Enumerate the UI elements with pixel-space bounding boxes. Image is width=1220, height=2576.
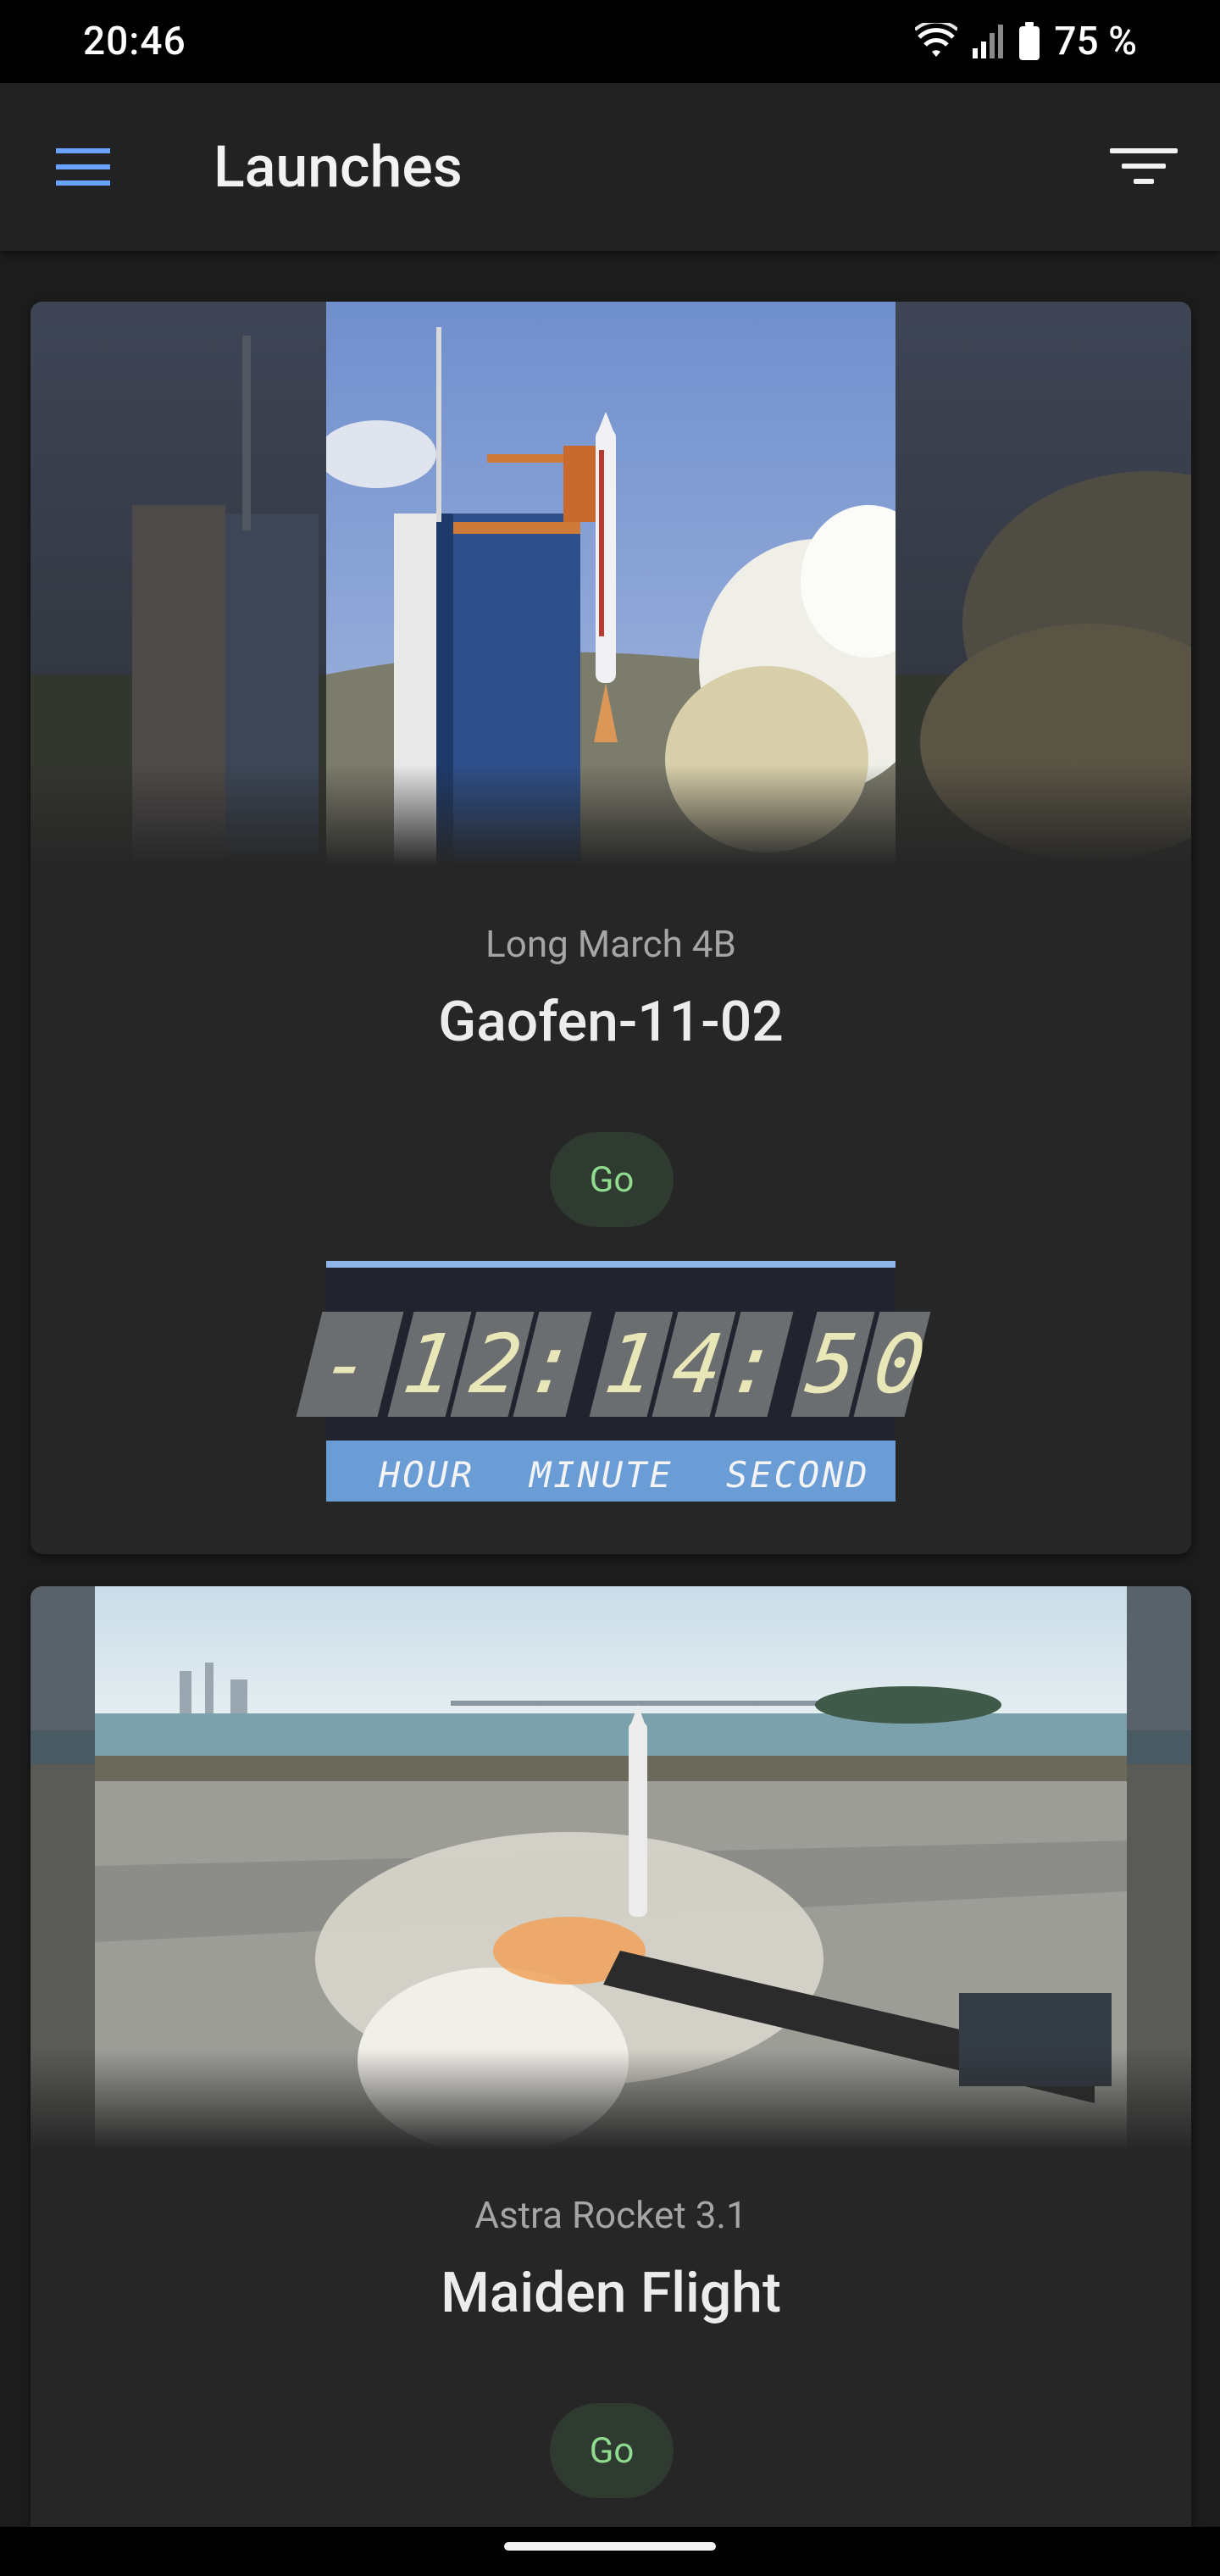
app-bar: Launches xyxy=(0,83,1220,251)
status-chip[interactable]: Go xyxy=(550,1132,674,1227)
rocket-name: Long March 4B xyxy=(485,922,736,966)
cell-signal-icon xyxy=(973,25,1004,58)
launch-image xyxy=(30,302,1191,866)
filter-icon xyxy=(1110,148,1178,184)
countdown-labels: HOUR MINUTE SECOND xyxy=(326,1441,896,1502)
status-chip[interactable]: Go xyxy=(550,2403,674,2498)
countdown-display: - 12 : 14 : 50 xyxy=(296,1268,949,1441)
countdown-minutes: 14 xyxy=(599,1317,748,1412)
countdown-label-hour: HOUR xyxy=(379,1454,475,1496)
status-time: 20:46 xyxy=(83,19,186,64)
mission-name: Maiden Flight xyxy=(441,2261,781,2326)
image-fade xyxy=(30,2049,1191,2151)
countdown-timer: - 12 : 14 : 50 HOUR MINUTE SECOND xyxy=(296,1261,949,1502)
status-icons: 75 % xyxy=(915,19,1137,64)
rocket-name: Astra Rocket 3.1 xyxy=(474,2193,747,2237)
launch-list[interactable]: Long March 4B Gaofen-11-02 Go - 12 : 14 … xyxy=(0,251,1220,2527)
image-fade xyxy=(30,764,1191,866)
page-title: Launches xyxy=(214,133,463,201)
mission-name: Gaofen-11-02 xyxy=(438,990,784,1055)
menu-button[interactable] xyxy=(41,125,125,209)
battery-icon xyxy=(1019,22,1040,60)
launch-card[interactable]: Astra Rocket 3.1 Maiden Flight Go xyxy=(30,1586,1191,2527)
status-bar: 20:46 75 % xyxy=(0,0,1220,83)
menu-icon xyxy=(56,148,110,186)
home-indicator[interactable] xyxy=(504,2542,716,2551)
launch-card[interactable]: Long March 4B Gaofen-11-02 Go - 12 : 14 … xyxy=(30,302,1191,1554)
battery-percent: 75 % xyxy=(1054,19,1137,64)
system-nav-bar xyxy=(0,2527,1220,2576)
countdown-label-minute: MINUTE xyxy=(530,1454,674,1496)
countdown-top-bar xyxy=(326,1261,896,1268)
countdown-hours: 12 xyxy=(397,1317,546,1412)
countdown-seconds: 50 xyxy=(801,1317,950,1412)
filter-button[interactable] xyxy=(1101,125,1186,209)
countdown-label-second: SECOND xyxy=(726,1454,870,1496)
wifi-icon xyxy=(915,23,958,57)
launch-image xyxy=(30,1586,1191,2151)
